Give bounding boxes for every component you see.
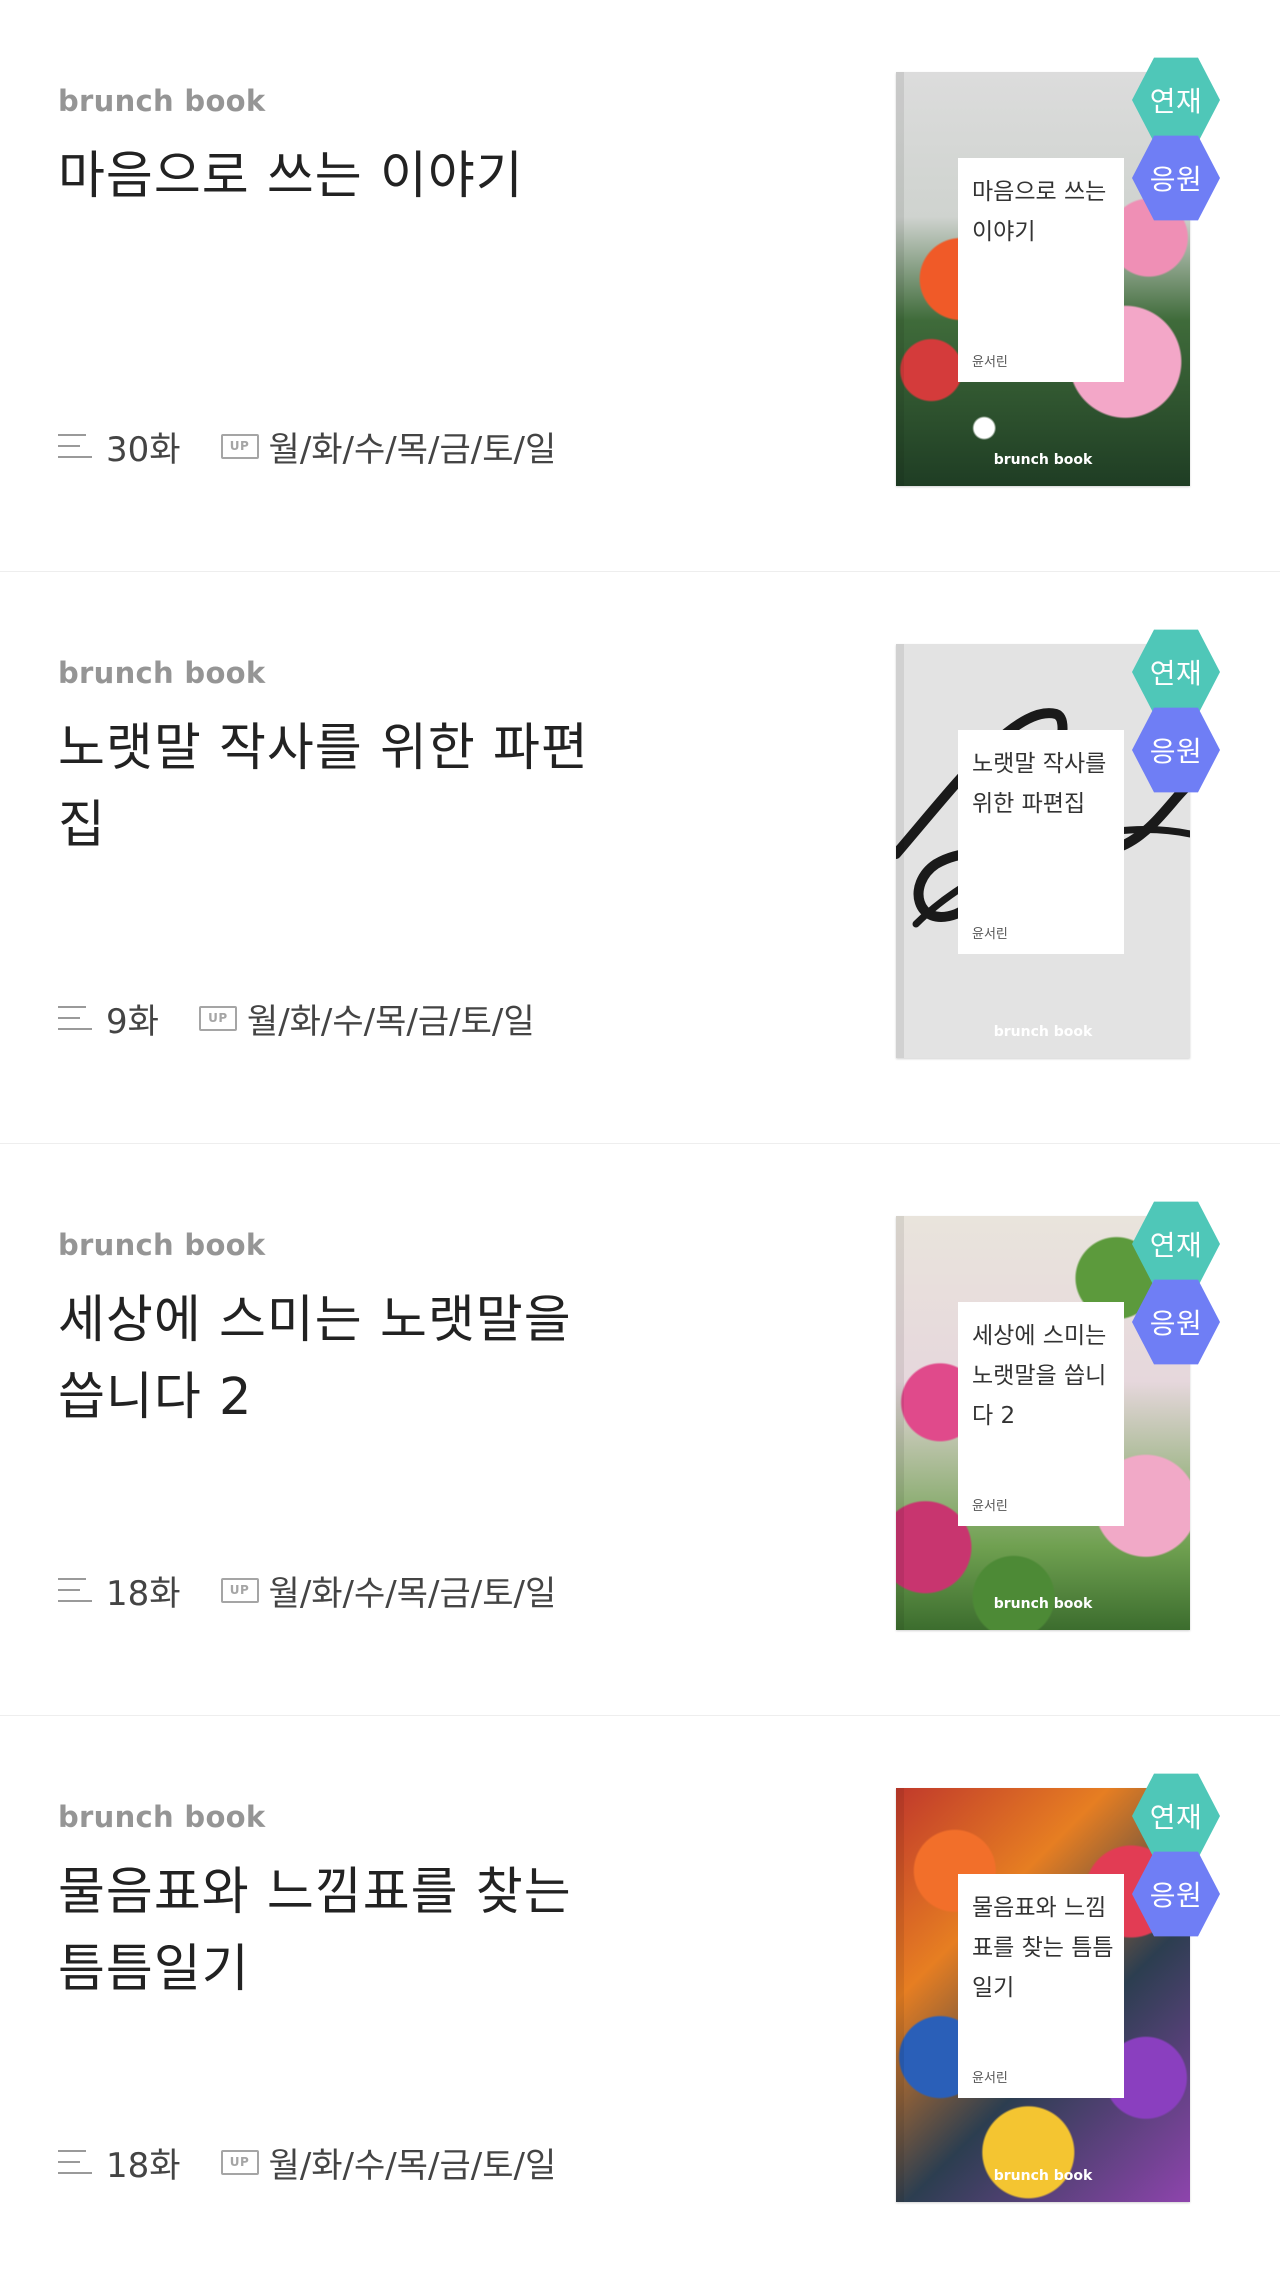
- book-cover[interactable]: 마음으로 쓰는 이야기 윤서린 brunch book: [896, 72, 1190, 486]
- episode-count: 9화: [106, 1001, 159, 1042]
- cover-spine: [896, 1216, 904, 1630]
- book-meta: 30화 UP 월/화/수/목/금/토/일: [58, 420, 556, 472]
- cover-brand: brunch book: [993, 2168, 1093, 2184]
- book-meta: 18화 UP 월/화/수/목/금/토/일: [58, 2136, 556, 2188]
- up-icon: UP: [220, 1577, 259, 1603]
- episode-count: 30화: [106, 429, 181, 470]
- cover-spine: [896, 644, 904, 1058]
- cover-brand: brunch book: [993, 452, 1093, 468]
- update-schedule: 월/화/수/목/금/토/일: [268, 1573, 557, 1614]
- list-icon: [58, 1575, 94, 1605]
- brunch-book-label: brunch book: [58, 656, 266, 690]
- book-meta: 18화 UP 월/화/수/목/금/토/일: [58, 1564, 556, 1616]
- cover-title: 물음표와 느낌표를 찾는 틈틈일기: [972, 1895, 1114, 2001]
- episode-count: 18화: [106, 1573, 181, 1614]
- cover-label: 노랫말 작사를 위한 파편집 윤서린: [958, 730, 1124, 954]
- cover-author: 윤서린: [972, 2071, 1008, 2086]
- book-cover[interactable]: 노랫말 작사를 위한 파편집 윤서린 brunch book: [896, 644, 1190, 1058]
- cover-author: 윤서린: [972, 927, 1008, 942]
- book-item[interactable]: brunch book 마음으로 쓰는 이야기 30화 UP 월/화/수/목/금…: [0, 0, 1280, 572]
- update-schedule: 월/화/수/목/금/토/일: [268, 2145, 557, 2186]
- book-title[interactable]: 노랫말 작사를 위한 파편집: [58, 710, 598, 864]
- cover-title: 노랫말 작사를 위한 파편집: [972, 751, 1107, 817]
- book-cover[interactable]: 물음표와 느낌표를 찾는 틈틈일기 윤서린 brunch book: [896, 1788, 1190, 2202]
- book-item[interactable]: brunch book 노랫말 작사를 위한 파편집 9화 UP 월/화/수/목…: [0, 572, 1280, 1144]
- book-meta: 9화 UP 월/화/수/목/금/토/일: [58, 992, 535, 1044]
- brunch-book-label: brunch book: [58, 84, 266, 118]
- update-schedule: 월/화/수/목/금/토/일: [246, 1001, 535, 1042]
- list-icon: [58, 2147, 94, 2177]
- book-title[interactable]: 물음표와 느낌표를 찾는 틈틈일기: [58, 1854, 598, 2008]
- brunch-book-label: brunch book: [58, 1800, 266, 1834]
- episode-count: 18화: [106, 2145, 181, 2186]
- brunch-book-label: brunch book: [58, 1228, 266, 1262]
- up-icon: UP: [220, 2149, 259, 2175]
- cover-author: 윤서린: [972, 355, 1008, 370]
- cover-title: 마음으로 쓰는 이야기: [972, 179, 1107, 245]
- list-icon: [58, 431, 94, 461]
- book-cover[interactable]: 세상에 스미는 노랫말을 씁니다 2 윤서린 brunch book: [896, 1216, 1190, 1630]
- up-icon: UP: [198, 1005, 237, 1031]
- cover-label: 마음으로 쓰는 이야기 윤서린: [958, 158, 1124, 382]
- cover-label: 물음표와 느낌표를 찾는 틈틈일기 윤서린: [958, 1874, 1124, 2098]
- cover-label: 세상에 스미는 노랫말을 씁니다 2 윤서린: [958, 1302, 1124, 1526]
- book-title[interactable]: 마음으로 쓰는 이야기: [58, 138, 598, 215]
- cover-spine: [896, 1788, 904, 2202]
- book-title[interactable]: 세상에 스미는 노랫말을 씁니다 2: [58, 1282, 598, 1436]
- update-schedule: 월/화/수/목/금/토/일: [268, 429, 557, 470]
- up-icon: UP: [220, 433, 259, 459]
- cover-author: 윤서린: [972, 1499, 1008, 1514]
- book-item[interactable]: brunch book 세상에 스미는 노랫말을 씁니다 2 18화 UP 월/…: [0, 1144, 1280, 1716]
- list-icon: [58, 1003, 94, 1033]
- cover-title: 세상에 스미는 노랫말을 씁니다 2: [972, 1323, 1107, 1429]
- book-item[interactable]: brunch book 물음표와 느낌표를 찾는 틈틈일기 18화 UP 월/화…: [0, 1716, 1280, 2272]
- cover-brand: brunch book: [993, 1596, 1093, 1612]
- cover-brand: brunch book: [993, 1024, 1093, 1040]
- cover-spine: [896, 72, 904, 486]
